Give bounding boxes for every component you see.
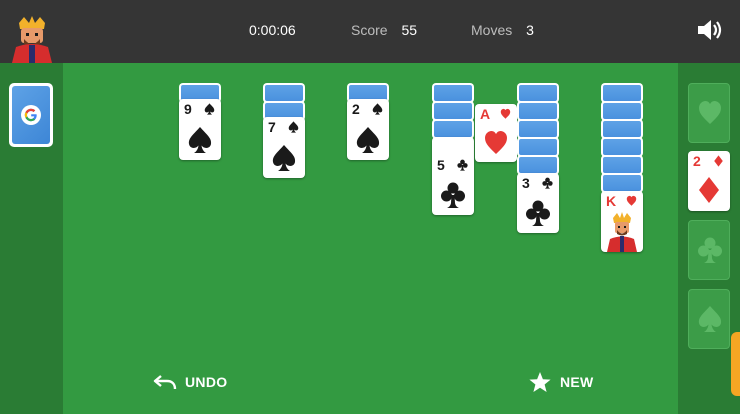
card-rank: 7 — [268, 119, 276, 135]
card-facedown — [601, 155, 643, 175]
card-3-club[interactable]: 3 — [517, 173, 559, 233]
club-icon — [698, 236, 722, 264]
card-7-spade[interactable]: 7 — [263, 117, 305, 178]
spade-icon — [698, 305, 722, 333]
card-rank: 2 — [352, 101, 360, 117]
new-label: NEW — [560, 374, 594, 390]
spade-icon — [272, 144, 296, 172]
card-facedown — [432, 83, 474, 103]
card-k-heart[interactable]: K — [601, 191, 643, 252]
heart-icon — [484, 129, 508, 157]
card-rank: 3 — [522, 175, 530, 191]
card-2-spade[interactable]: 2 — [347, 99, 389, 160]
king-face-icon — [607, 212, 637, 252]
heart-icon — [500, 108, 511, 120]
card-rank: 9 — [184, 101, 192, 117]
moves-value: 3 — [526, 22, 534, 38]
heart-icon — [698, 99, 722, 127]
card-facedown — [601, 119, 643, 139]
stock-pile[interactable] — [9, 83, 53, 147]
new-game-button[interactable]: NEW — [528, 371, 594, 393]
score-display: Score 55 — [351, 22, 417, 38]
foundation-club[interactable] — [688, 220, 730, 280]
card-rank: 2 — [693, 153, 701, 169]
undo-icon — [153, 375, 177, 390]
card-facedown — [601, 101, 643, 121]
club-icon — [441, 181, 465, 209]
card-facedown — [601, 137, 643, 157]
spade-icon — [372, 103, 383, 115]
card-facedown — [517, 83, 559, 103]
foundation-spade[interactable] — [688, 289, 730, 349]
undo-button[interactable]: UNDO — [153, 371, 227, 393]
card-facedown — [601, 173, 643, 193]
club-icon — [542, 177, 553, 189]
card-rank: K — [606, 193, 617, 209]
side-drawer-tab[interactable] — [731, 332, 740, 396]
card-5-club[interactable]: 5 — [432, 137, 474, 215]
card-facedown — [517, 101, 559, 121]
card-facedown — [432, 101, 474, 121]
card-facedown — [601, 83, 643, 103]
card-facedown — [517, 119, 559, 139]
card-facedown — [432, 119, 474, 139]
king-avatar-icon[interactable] — [10, 15, 54, 63]
card-facedown — [517, 155, 559, 175]
speaker-icon[interactable] — [695, 17, 725, 43]
foundation-diamond[interactable]: 2 — [688, 151, 730, 211]
heart-icon — [626, 195, 637, 207]
undo-label: UNDO — [185, 374, 228, 390]
card-9-spade[interactable]: 9 — [179, 99, 221, 160]
card-rank: A — [480, 106, 491, 122]
google-logo-icon — [21, 105, 41, 125]
star-icon — [529, 372, 551, 392]
spade-icon — [204, 103, 215, 115]
moves-label: Moves — [471, 22, 513, 38]
card-rank: 5 — [437, 157, 445, 173]
club-icon — [457, 159, 468, 171]
diamond-icon — [697, 176, 721, 204]
card-facedown — [263, 83, 305, 103]
top-bar: 0:00:06 Score 55 Moves 3 — [0, 0, 740, 63]
diamond-icon — [713, 155, 724, 167]
card-a-heart[interactable]: A — [475, 104, 517, 162]
spade-icon — [188, 126, 212, 154]
foundation-heart[interactable] — [688, 83, 730, 143]
spade-icon — [288, 121, 299, 133]
score-label: Score — [351, 22, 388, 38]
club-icon — [526, 199, 550, 227]
timer: 0:00:06 — [249, 22, 296, 38]
score-value: 55 — [401, 22, 418, 38]
card-facedown — [517, 137, 559, 157]
spade-icon — [356, 126, 380, 154]
moves-display: Moves 3 — [471, 22, 534, 38]
